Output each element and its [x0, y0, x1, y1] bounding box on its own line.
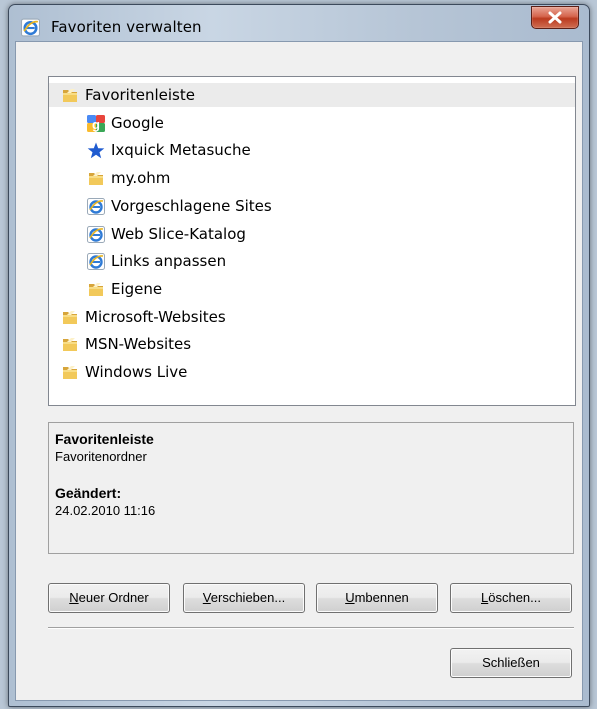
- tree-item-label: MSN-Websites: [85, 335, 192, 354]
- folder-icon: [87, 170, 105, 187]
- separator: [48, 627, 574, 629]
- folder-icon: [61, 336, 79, 353]
- rename-button[interactable]: Umbennen: [316, 583, 438, 613]
- dialog-content: Favoritenleiste Google Ixquick Metasuche my…: [15, 41, 583, 701]
- folder-icon: [61, 364, 79, 381]
- tree-item[interactable]: my.ohm: [49, 166, 575, 190]
- tree-item-label: Windows Live: [85, 363, 188, 381]
- ie-icon: [87, 226, 105, 243]
- tree-item-label: Microsoft-Websites: [85, 307, 226, 326]
- tree-item[interactable]: Vorgeschlagene Sites: [49, 194, 575, 218]
- folder-icon: [61, 309, 79, 326]
- tree-item[interactable]: Web Slice-Katalog: [49, 222, 575, 246]
- tree-item-label: Eigene: [111, 279, 163, 298]
- folder-icon: [87, 281, 105, 298]
- tree-item[interactable]: Google: [49, 111, 575, 135]
- new-folder-accel: N: [69, 590, 79, 605]
- new-folder-button[interactable]: Neuer Ordner: [48, 583, 170, 613]
- move-label: erschieben...: [210, 590, 286, 605]
- tree-item[interactable]: Windows Live: [49, 360, 575, 384]
- tree-item[interactable]: Favoritenleiste: [49, 83, 575, 107]
- move-accel: V: [202, 590, 211, 605]
- title-bar[interactable]: Favoriten verwalten: [9, 5, 589, 45]
- close-icon: [548, 11, 562, 24]
- tree-item[interactable]: Links anpassen: [49, 249, 575, 273]
- rename-label: mbennen: [354, 590, 409, 605]
- details-modified-value: 24.02.2010 11:16: [55, 503, 156, 518]
- details-type: Favoritenordner: [55, 449, 147, 464]
- ie-icon: [87, 253, 105, 270]
- close-window-button[interactable]: [531, 6, 579, 29]
- favorites-tree[interactable]: Favoritenleiste Google Ixquick Metasuche my…: [48, 76, 576, 406]
- window-title: Favoriten verwalten: [51, 18, 202, 36]
- tree-item-label: Ixquick Metasuche: [111, 141, 251, 160]
- delete-button[interactable]: Löschen...: [450, 583, 572, 613]
- tree-item[interactable]: MSN-Websites: [49, 332, 575, 356]
- google-icon: [87, 115, 105, 132]
- tree-item-label: my.ohm: [111, 169, 171, 188]
- details-modified-label: Geändert:: [55, 485, 122, 501]
- dialog-window: Favoriten verwalten Favoritenleiste Googl…: [8, 4, 590, 707]
- ie-icon: [87, 198, 105, 215]
- move-button[interactable]: Verschieben...: [183, 583, 305, 613]
- details-panel: Favoritenleiste Favoritenordner Geändert…: [48, 422, 574, 554]
- tree-item-label: Google: [111, 113, 164, 132]
- rename-accel: U: [345, 590, 355, 605]
- tree-item[interactable]: Microsoft-Websites: [49, 305, 575, 329]
- star-icon: [87, 142, 105, 159]
- tree-item[interactable]: Eigene: [49, 277, 575, 301]
- delete-label: öschen...: [488, 590, 541, 605]
- tree-item-label: Vorgeschlagene Sites: [111, 196, 272, 215]
- tree-item-label: Favoritenleiste: [85, 86, 195, 104]
- ie-icon: [21, 18, 40, 37]
- folder-icon: [61, 87, 79, 104]
- details-name: Favoritenleiste: [55, 431, 154, 447]
- close-button[interactable]: Schließen: [450, 648, 572, 678]
- tree-item-label: Web Slice-Katalog: [111, 224, 246, 243]
- new-folder-label: euer Ordner: [78, 590, 149, 605]
- tree-item-label: Links anpassen: [111, 252, 227, 271]
- tree-item[interactable]: Ixquick Metasuche: [49, 138, 575, 162]
